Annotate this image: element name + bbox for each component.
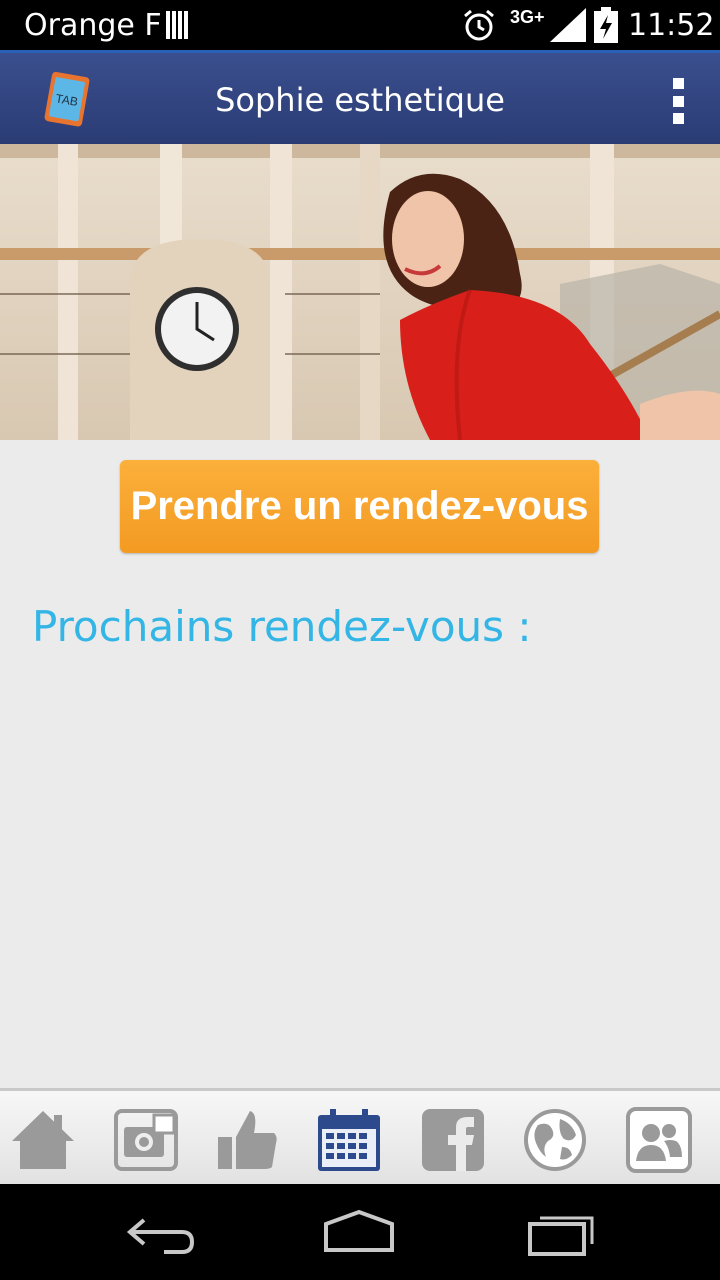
facebook-icon[interactable]: [420, 1107, 486, 1173]
book-appointment-button[interactable]: Prendre un rendez-vous: [120, 460, 599, 553]
action-bar: TAB Sophie esthetique: [0, 50, 720, 144]
sim-bars-icon: [166, 11, 192, 39]
globe-icon[interactable]: [522, 1107, 588, 1173]
carrier-name: Orange F: [24, 8, 162, 43]
back-icon[interactable]: [124, 1204, 198, 1260]
main-content: Prendre un rendez-vous Prochains rendez-…: [0, 440, 720, 1088]
contacts-icon[interactable]: [626, 1107, 692, 1173]
hero-photo: [0, 144, 720, 440]
signal-icon: [550, 8, 586, 42]
calendar-icon[interactable]: [316, 1107, 382, 1173]
clock: 11:52: [628, 8, 715, 43]
recent-apps-icon[interactable]: [524, 1204, 598, 1260]
upcoming-appointments-title: Prochains rendez-vous :: [32, 602, 532, 651]
status-bar: Orange F 3G+ 11:52: [0, 0, 720, 50]
thumbs-up-icon[interactable]: [214, 1107, 280, 1173]
battery-charging-icon: [594, 7, 618, 43]
photo-gallery-icon[interactable]: [114, 1107, 180, 1173]
system-nav-bar: [0, 1184, 720, 1280]
home-nav-icon[interactable]: [322, 1204, 396, 1260]
bottom-tab-bar: [0, 1088, 720, 1184]
app-title: Sophie esthetique: [215, 81, 505, 119]
network-type: 3G+: [510, 7, 545, 27]
overflow-menu-icon[interactable]: [668, 78, 688, 124]
alarm-icon: [464, 9, 494, 41]
home-icon[interactable]: [10, 1107, 76, 1173]
